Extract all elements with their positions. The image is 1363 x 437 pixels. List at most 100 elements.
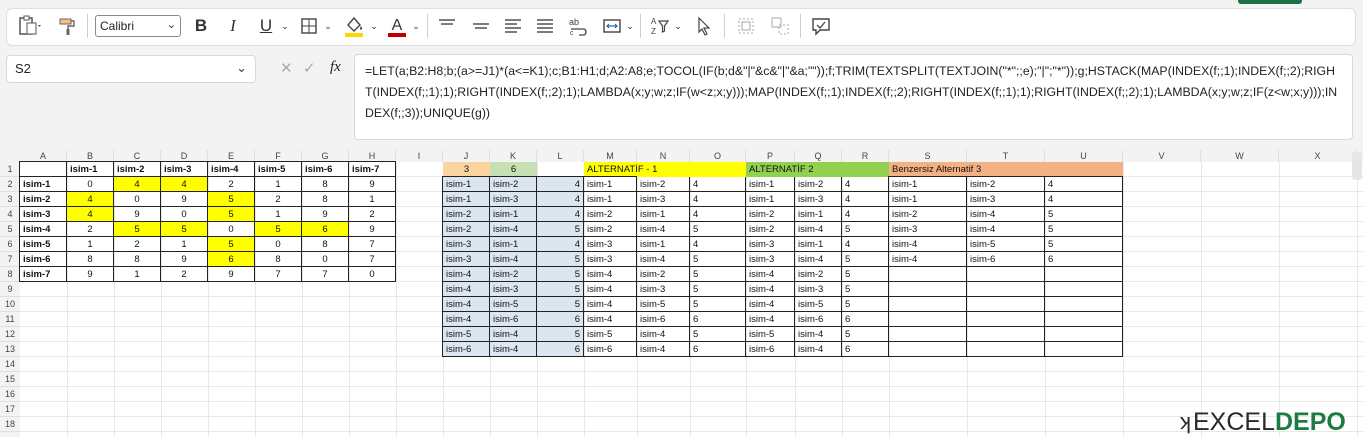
- matrix-value-cell[interactable]: 5: [208, 192, 255, 207]
- alt2-cell[interactable]: isim-2: [795, 267, 842, 282]
- paste-icon[interactable]: [12, 9, 48, 43]
- list-cell[interactable]: 6: [537, 312, 584, 327]
- matrix-value-cell[interactable]: 1: [161, 237, 208, 252]
- alt2-cell[interactable]: isim-6: [746, 342, 795, 357]
- alt1-cell[interactable]: isim-2: [584, 207, 637, 222]
- list-cell[interactable]: 5: [537, 327, 584, 342]
- column-header[interactable]: U: [1045, 150, 1123, 162]
- alt3-cell[interactable]: isim-2: [889, 207, 967, 222]
- alt3-cell[interactable]: [1045, 312, 1123, 327]
- alt2-cell[interactable]: 5: [842, 282, 889, 297]
- matrix-value-cell[interactable]: 9: [208, 267, 255, 282]
- column-header[interactable]: X: [1279, 150, 1357, 162]
- alt3-cell[interactable]: [889, 297, 967, 312]
- list-cell[interactable]: isim-2: [443, 207, 490, 222]
- list-cell[interactable]: isim-6: [490, 312, 537, 327]
- column-header[interactable]: K: [490, 150, 537, 162]
- alt1-cell[interactable]: 5: [690, 252, 746, 267]
- matrix-value-cell[interactable]: 1: [114, 267, 161, 282]
- column-header[interactable]: M: [584, 150, 637, 162]
- matrix-value-cell[interactable]: 5: [208, 207, 255, 222]
- alt1-cell[interactable]: isim-4: [584, 297, 637, 312]
- alt2-cell[interactable]: 4: [842, 192, 889, 207]
- merge-icon[interactable]: [600, 9, 624, 43]
- row-header[interactable]: 9: [0, 282, 20, 297]
- column-header[interactable]: P: [746, 150, 795, 162]
- alt3-cell[interactable]: isim-2: [967, 177, 1045, 192]
- matrix-value-cell[interactable]: 8: [302, 192, 349, 207]
- matrix-value-cell[interactable]: 5: [208, 237, 255, 252]
- alt2-cell[interactable]: isim-1: [746, 177, 795, 192]
- list-cell[interactable]: 5: [537, 222, 584, 237]
- alt1-cell[interactable]: 5: [690, 282, 746, 297]
- row-header[interactable]: 13: [0, 342, 20, 357]
- matrix-row-label[interactable]: isim-4: [20, 222, 67, 237]
- font-name-select[interactable]: Calibri ⌄: [95, 15, 181, 37]
- max-criteria-cell[interactable]: 6: [490, 162, 537, 177]
- alt1-cell[interactable]: isim-6: [637, 312, 690, 327]
- matrix-header-cell[interactable]: isim-1: [67, 162, 114, 177]
- matrix-value-cell[interactable]: 4: [114, 177, 161, 192]
- alt2-cell[interactable]: 6: [842, 312, 889, 327]
- alt1-cell[interactable]: isim-3: [584, 252, 637, 267]
- matrix-value-cell[interactable]: 4: [161, 177, 208, 192]
- list-cell[interactable]: isim-4: [443, 282, 490, 297]
- row-header[interactable]: 8: [0, 267, 20, 282]
- matrix-value-cell[interactable]: 5: [114, 222, 161, 237]
- alt1-cell[interactable]: isim-1: [637, 237, 690, 252]
- alt1-cell[interactable]: 6: [690, 342, 746, 357]
- matrix-value-cell[interactable]: 5: [255, 222, 302, 237]
- alt1-cell[interactable]: 4: [690, 192, 746, 207]
- list-cell[interactable]: isim-4: [490, 222, 537, 237]
- alt1-cell[interactable]: isim-6: [584, 342, 637, 357]
- alt3-cell[interactable]: 6: [1045, 252, 1123, 267]
- alt3-cell[interactable]: [967, 267, 1045, 282]
- alt1-cell[interactable]: isim-1: [584, 192, 637, 207]
- list-cell[interactable]: isim-4: [443, 312, 490, 327]
- matrix-value-cell[interactable]: 4: [67, 192, 114, 207]
- alt3-cell[interactable]: isim-1: [889, 192, 967, 207]
- matrix-value-cell[interactable]: 9: [302, 207, 349, 222]
- alternative-1-header[interactable]: ALTERNATİF - 1: [584, 162, 746, 177]
- format-painter-icon[interactable]: [54, 9, 82, 43]
- list-cell[interactable]: isim-4: [490, 342, 537, 357]
- scrollbar-thumb[interactable]: [1352, 152, 1362, 180]
- alternative-3-header[interactable]: Benzersiz Alternatif 3: [889, 162, 1123, 177]
- wrap-text-icon[interactable]: ab c: [566, 9, 592, 43]
- matrix-value-cell[interactable]: 9: [114, 207, 161, 222]
- name-box[interactable]: S2 ⌄: [6, 55, 256, 83]
- align-justify-icon[interactable]: [532, 9, 558, 43]
- alt3-cell[interactable]: [967, 282, 1045, 297]
- matrix-value-cell[interactable]: 9: [161, 252, 208, 267]
- alt2-cell[interactable]: isim-3: [795, 192, 842, 207]
- matrix-value-cell[interactable]: 7: [302, 267, 349, 282]
- matrix-value-cell[interactable]: 5: [161, 222, 208, 237]
- alt1-cell[interactable]: isim-5: [637, 297, 690, 312]
- alt2-cell[interactable]: 5: [842, 297, 889, 312]
- underline-icon[interactable]: U: [255, 9, 277, 43]
- comment-icon[interactable]: [808, 9, 834, 43]
- chevron-down-icon[interactable]: ⌄: [279, 9, 291, 43]
- row-header[interactable]: 11: [0, 312, 20, 327]
- column-header[interactable]: T: [967, 150, 1045, 162]
- matrix-value-cell[interactable]: 0: [208, 222, 255, 237]
- alt1-cell[interactable]: isim-2: [584, 222, 637, 237]
- alt3-cell[interactable]: [889, 267, 967, 282]
- list-cell[interactable]: isim-4: [490, 327, 537, 342]
- alt3-cell[interactable]: [1045, 327, 1123, 342]
- row-header[interactable]: 4: [0, 207, 20, 222]
- matrix-value-cell[interactable]: 0: [349, 267, 396, 282]
- matrix-value-cell[interactable]: 8: [302, 177, 349, 192]
- column-header[interactable]: N: [637, 150, 690, 162]
- list-cell[interactable]: isim-2: [443, 222, 490, 237]
- list-cell[interactable]: isim-3: [490, 282, 537, 297]
- list-cell[interactable]: isim-1: [490, 207, 537, 222]
- alt2-cell[interactable]: isim-4: [795, 342, 842, 357]
- matrix-value-cell[interactable]: 9: [349, 222, 396, 237]
- matrix-value-cell[interactable]: 7: [255, 267, 302, 282]
- matrix-value-cell[interactable]: 1: [255, 207, 302, 222]
- alt3-cell[interactable]: [889, 327, 967, 342]
- matrix-row-label[interactable]: isim-1: [20, 177, 67, 192]
- alt2-cell[interactable]: 5: [842, 222, 889, 237]
- alt1-cell[interactable]: isim-3: [637, 192, 690, 207]
